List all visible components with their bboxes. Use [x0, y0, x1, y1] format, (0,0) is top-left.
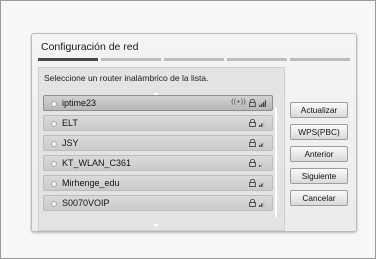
radio-dot-icon [51, 141, 57, 147]
wps-pbc-button[interactable]: WPS(PBC) [290, 124, 348, 140]
signal-strength-icon [259, 142, 265, 147]
action-buttons: Actualizar WPS(PBC) Anterior Siguiente C… [290, 102, 348, 212]
router-ssid: Mirhenge_edu [62, 178, 120, 188]
setup-progress-bar [38, 58, 350, 62]
signal-strength-icon [259, 163, 263, 167]
router-ssid: JSY [62, 138, 79, 148]
lock-icon [249, 119, 256, 127]
next-button[interactable]: Siguiente [290, 168, 348, 184]
router-ssid: iptime23 [62, 98, 97, 108]
instruction-text: Seleccione un router inalámbrico de la l… [44, 73, 209, 83]
lock-icon [249, 199, 256, 207]
router-row-iptime23[interactable]: iptime23 ((•)) [43, 95, 273, 111]
radio-dot-icon [51, 161, 57, 167]
previous-button[interactable]: Anterior [290, 146, 348, 162]
wps-icon: ((•)) [230, 98, 246, 106]
progress-step-3 [164, 58, 224, 61]
refresh-button[interactable]: Actualizar [290, 102, 348, 118]
signal-strength-icon [259, 122, 265, 127]
router-row-mirhenge-edu[interactable]: Mirhenge_edu [43, 175, 273, 191]
lock-icon [249, 179, 256, 187]
progress-step-5 [290, 58, 350, 61]
router-row-elt[interactable]: ELT [43, 115, 273, 131]
signal-strength-icon [259, 202, 265, 207]
lock-icon [249, 139, 256, 147]
router-row-s0070voip[interactable]: S0070VOIP [43, 195, 273, 211]
progress-step-1 [38, 58, 98, 61]
signal-strength-icon [259, 182, 265, 187]
router-row-kt-wlan-c361[interactable]: KT_WLAN_C361 [43, 155, 273, 171]
cancel-button[interactable]: Cancelar [290, 190, 348, 206]
router-list-panel: Seleccione un router inalámbrico de la l… [38, 67, 285, 231]
router-ssid: ELT [62, 118, 78, 128]
dialog-title: Configuración de red [41, 41, 139, 53]
lock-icon [249, 99, 256, 107]
radio-dot-icon [51, 121, 57, 127]
progress-step-2 [101, 58, 161, 61]
network-settings-dialog: Configuración de red Seleccione un route… [31, 33, 357, 232]
scroll-down-arrow-icon[interactable] [153, 224, 159, 227]
progress-step-4 [227, 58, 287, 61]
router-row-jsy[interactable]: JSY [43, 135, 273, 151]
router-list: iptime23 ((•)) ELT JSY KT_WLAN_C361 Mirh… [43, 95, 273, 215]
router-ssid: S0070VOIP [62, 198, 110, 208]
lock-icon [249, 159, 256, 167]
list-scrollbar[interactable] [275, 107, 277, 217]
signal-strength-icon [259, 100, 266, 107]
radio-dot-icon [51, 101, 57, 107]
radio-dot-icon [51, 181, 57, 187]
router-ssid: KT_WLAN_C361 [62, 158, 132, 168]
radio-dot-icon [51, 201, 57, 207]
